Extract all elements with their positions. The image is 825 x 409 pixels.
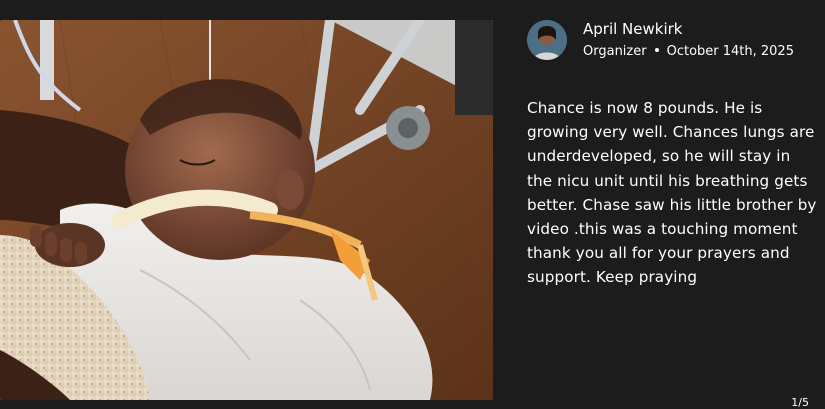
author-subline: Organizer October 14th, 2025 bbox=[583, 42, 794, 62]
person-photo-icon bbox=[527, 20, 567, 60]
author-meta: April Newkirk Organizer October 14th, 202… bbox=[583, 19, 794, 62]
separator-dot-icon bbox=[654, 48, 659, 52]
update-content: April Newkirk Organizer October 14th, 202… bbox=[527, 18, 817, 290]
update-body: Chance is now 8 pounds. He is growing ve… bbox=[527, 99, 817, 287]
post-date: October 14th, 2025 bbox=[666, 43, 794, 59]
update-photo[interactable] bbox=[0, 20, 493, 400]
author-block: April Newkirk Organizer October 14th, 202… bbox=[527, 18, 817, 62]
avatar[interactable] bbox=[527, 20, 567, 60]
pager-indicator: 1/5 bbox=[791, 396, 809, 409]
baby-photo-image bbox=[0, 20, 493, 400]
author-role: Organizer bbox=[583, 43, 647, 59]
update-viewer: April Newkirk Organizer October 14th, 202… bbox=[0, 0, 825, 409]
author-name: April Newkirk bbox=[583, 19, 683, 38]
